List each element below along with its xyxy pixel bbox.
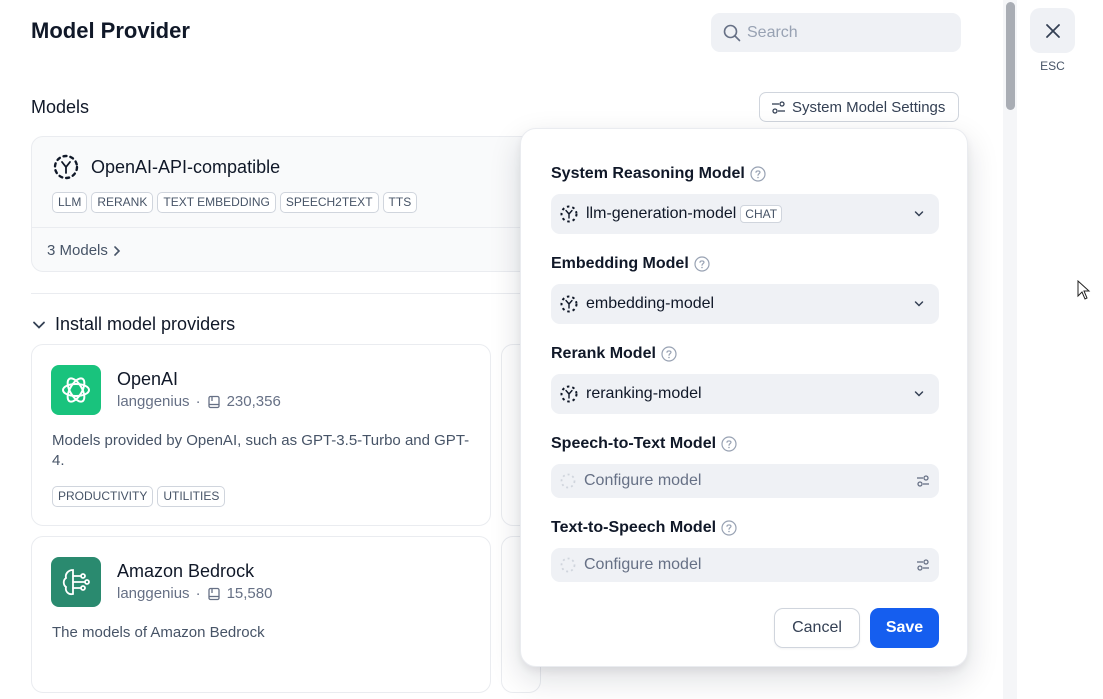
settings-sliders-icon [917,559,929,571]
system-model-settings-label: System Model Settings [792,98,946,116]
amazon-bedrock-logo [51,557,101,607]
field-label-text: Embedding Model [551,255,689,272]
provider-card-divider [32,227,550,228]
rerank-model-select[interactable]: reranking-model [551,374,939,414]
model-provider-icon [560,295,578,313]
system-reasoning-model-select[interactable]: llm-generation-model CHAT [551,194,939,234]
install-card-meta: langgenius · 15,580 [117,585,272,602]
install-card-name: Amazon Bedrock [117,561,255,581]
configure-model-placeholder: Configure model [584,556,702,573]
empty-model-icon [560,473,576,489]
model-provider-icon [560,385,578,403]
search-box[interactable] [711,13,961,52]
provider-name: OpenAI-API-compatible [91,156,281,177]
provider-tags: LLM RERANK TEXT EMBEDDING SPEECH2TEXT TT… [52,192,418,213]
help-icon[interactable] [721,520,737,536]
system-model-settings-button[interactable]: System Model Settings [759,92,959,122]
model-type-badge: CHAT [740,205,783,223]
tag-speech2text: SPEECH2TEXT [279,192,379,213]
help-icon[interactable] [721,436,737,452]
openai-logo [51,365,101,415]
field-label-text: Rerank Model [551,345,656,362]
provider-card-openai-compatible[interactable]: OpenAI-API-compatible LLM RERANK TEXT EM… [31,136,551,272]
field-label-text: Speech-to-Text Model [551,435,717,452]
close-button[interactable] [1030,8,1075,53]
search-input[interactable] [747,23,947,42]
field-label-embedding: Embedding Model [551,255,710,273]
chevron-down-icon [914,391,924,397]
openai-compatible-icon [53,154,79,180]
model-provider-icon [560,205,578,223]
models-count-label: 3 Models [47,242,108,259]
help-icon[interactable] [750,166,766,182]
embedding-model-select[interactable]: embedding-model [551,284,939,324]
tag-rerank: RERANK [91,192,154,213]
esc-label: ESC [1040,59,1065,73]
chevron-down-icon [914,301,924,307]
download-count-icon [207,587,220,600]
field-label-rerank: Rerank Model [551,345,677,363]
install-card-description: Models provided by OpenAI, such as GPT-3… [52,432,470,469]
install-card-meta: langgenius · 230,356 [117,393,281,410]
field-label-text: Text-to-Speech Model [551,519,717,536]
save-button[interactable]: Save [870,608,939,648]
chevron-down-icon [33,321,45,329]
models-count-link[interactable]: 3 Models [47,242,122,259]
amazon-bedrock-icon [62,569,90,596]
empty-model-icon [560,557,576,573]
field-label-speech-to-text: Speech-to-Text Model [551,435,737,453]
install-card-name: OpenAI [117,369,179,389]
selected-model: embedding-model [586,295,715,312]
selected-model: reranking-model [586,385,702,402]
field-label-text: System Reasoning Model [551,165,745,182]
tag-llm: LLM [52,192,88,213]
install-card-description: The models of Amazon Bedrock [52,624,265,641]
search-icon [723,24,741,41]
settings-sliders-icon [772,100,785,114]
meta-separator: · [195,393,201,410]
chevron-right-icon [114,245,121,256]
install-providers-toggle[interactable]: Install model providers [31,314,235,335]
download-count-icon [207,395,220,408]
install-card-installs: 15,580 [226,585,273,602]
page-title: Model Provider [31,18,190,43]
install-card-author: langgenius [117,585,190,602]
tag-utilities: UTILITIES [157,486,226,507]
close-icon [1045,23,1060,38]
chevron-down-icon [914,211,924,217]
field-label-text-to-speech: Text-to-Speech Model [551,519,737,537]
install-card-openai[interactable]: OpenAI langgenius · 230,356 Models provi… [31,344,491,526]
selected-model: llm-generation-model [586,205,737,222]
speech-to-text-model-select[interactable]: Configure model [551,464,939,498]
tag-text-embedding: TEXT EMBEDDING [157,192,276,213]
install-card-tags: PRODUCTIVITY UTILITIES [52,486,226,507]
tag-productivity: PRODUCTIVITY [52,486,154,507]
meta-separator: · [195,585,201,602]
text-to-speech-model-select[interactable]: Configure model [551,548,939,582]
system-model-settings-panel: System Reasoning Model llm-generation-mo… [520,128,968,667]
install-card-author: langgenius [117,393,190,410]
install-card-installs: 230,356 [226,393,281,410]
install-card-amazon-bedrock[interactable]: Amazon Bedrock langgenius · 15,580 The m… [31,536,491,693]
configure-model-placeholder: Configure model [584,472,702,489]
help-icon[interactable] [661,346,677,362]
tag-tts: TTS [382,192,418,213]
help-icon[interactable] [694,256,710,272]
cancel-button[interactable]: Cancel [774,608,860,648]
install-providers-title: Install model providers [55,314,236,334]
field-label-system-reasoning: System Reasoning Model [551,165,766,183]
scrollbar-thumb[interactable] [1006,2,1015,110]
models-section-title: Models [31,97,90,117]
mouse-cursor-icon [1077,280,1091,300]
section-divider [31,293,531,294]
openai-icon [62,377,90,403]
settings-sliders-icon [917,475,929,487]
